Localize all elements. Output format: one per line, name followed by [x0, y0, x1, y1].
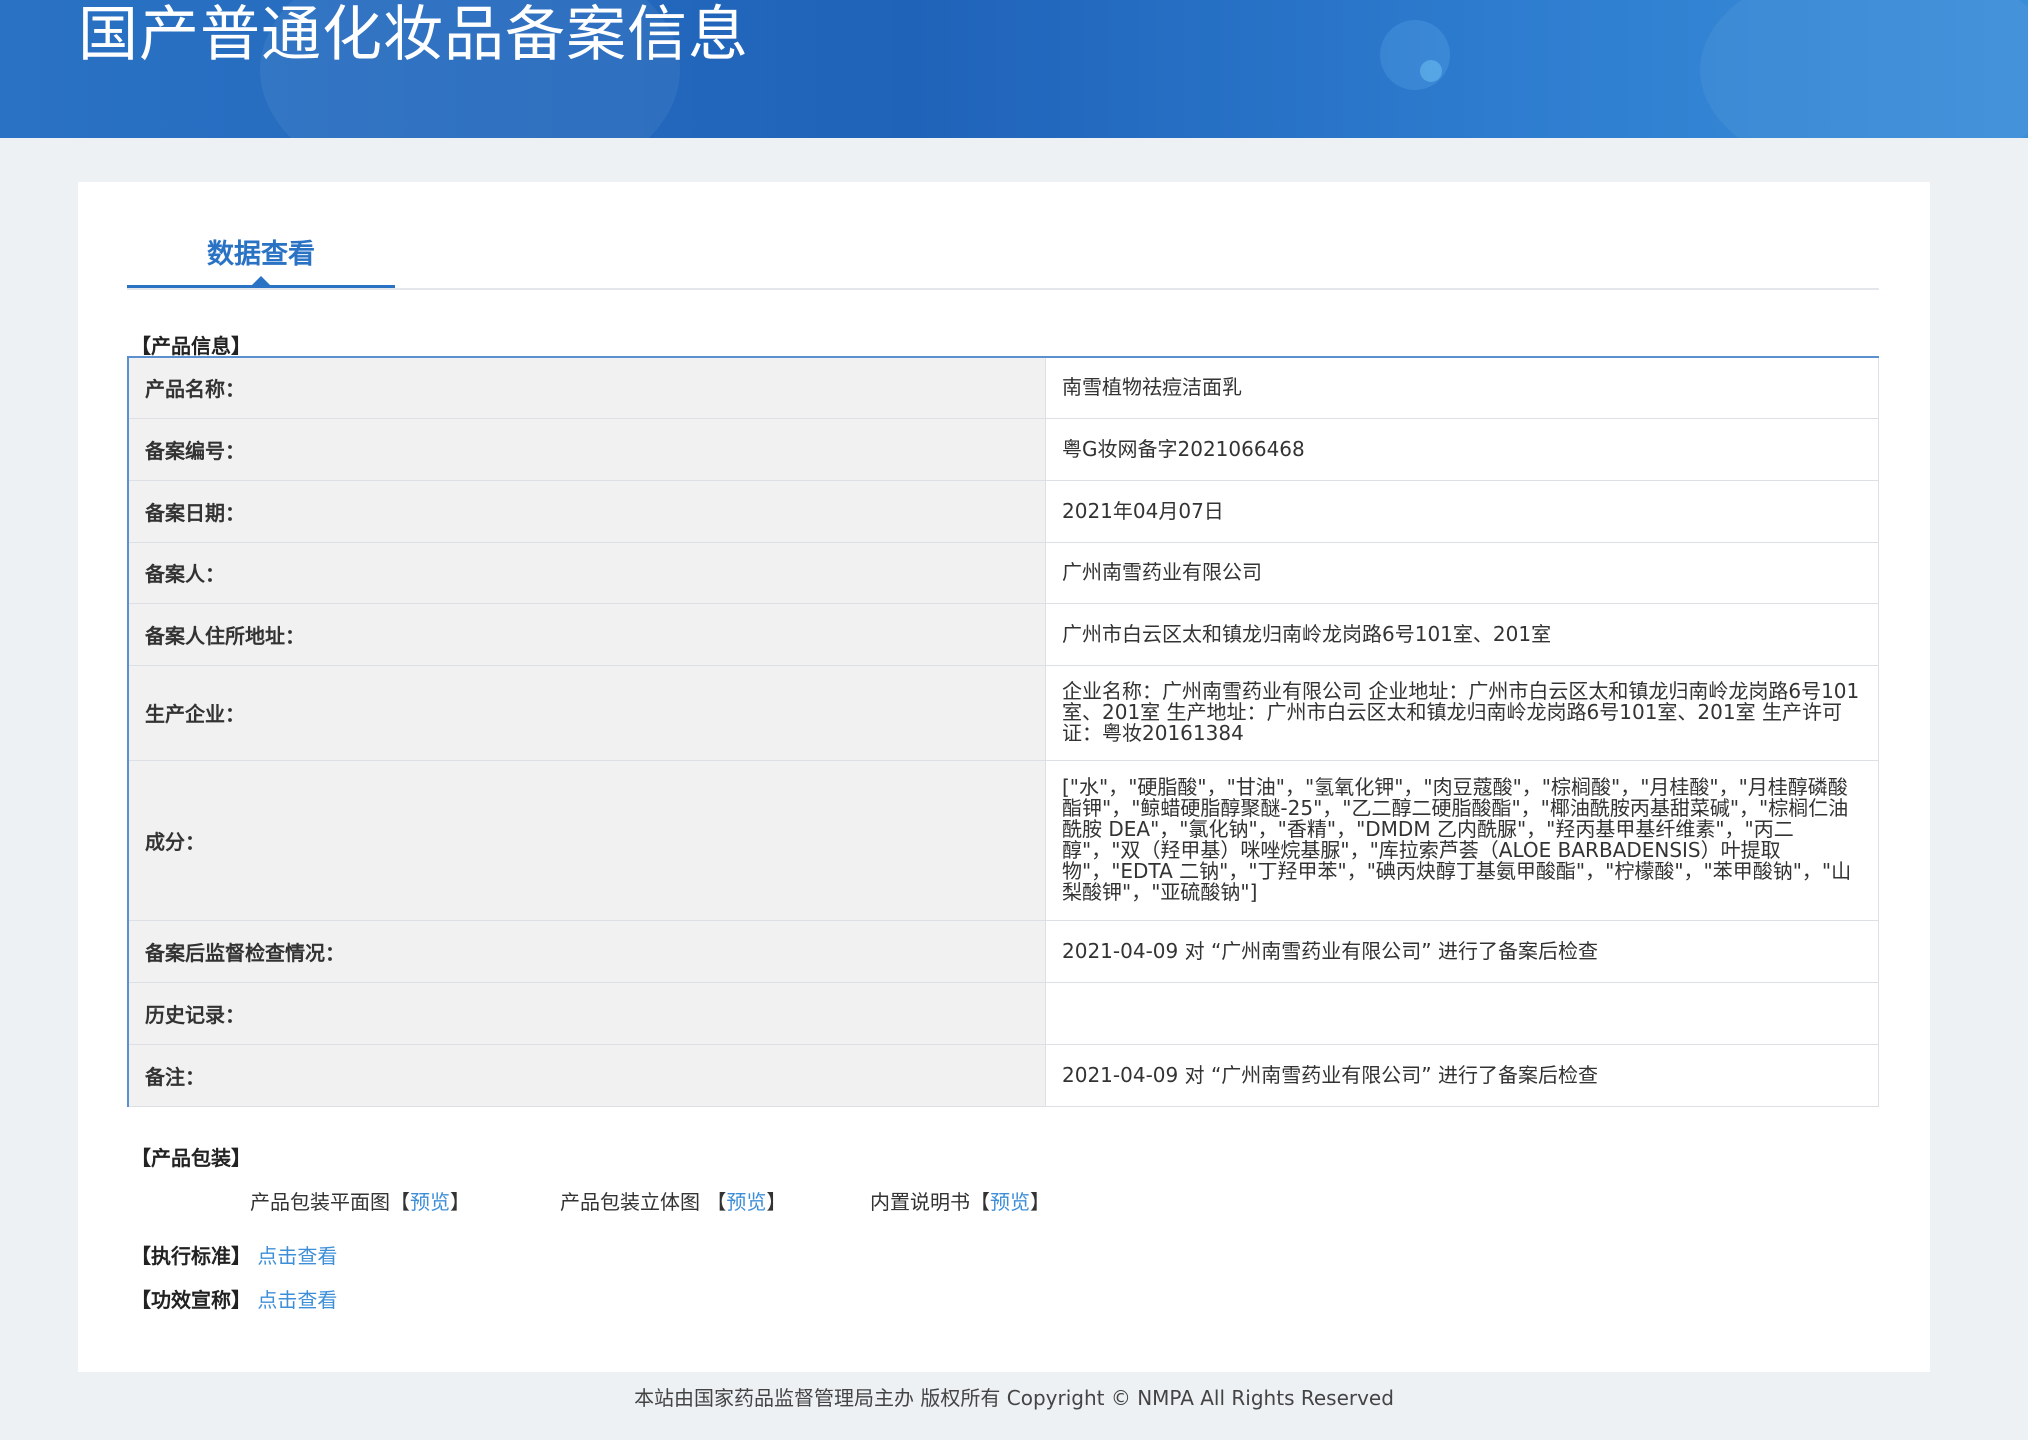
packaging-label: 产品包装平面图 — [250, 1190, 390, 1214]
row-value: 2021-04-09 对 “广州南雪药业有限公司” 进行了备案后检查 — [1045, 919, 1879, 983]
header-banner: 国产普通化妆品备案信息 — [0, 0, 2028, 138]
packaging-label: 内置说明书 — [870, 1190, 970, 1214]
row-value: 2021年04月07日 — [1045, 479, 1879, 543]
section-title-packaging: 【产品包装】 — [131, 1146, 251, 1170]
table-row: 成分： ["水"，"硬脂酸"，"甘油"，"氢氧化钾"，"肉豆蔻酸"，"棕榈酸"，… — [127, 759, 1879, 921]
product-info-table: 产品名称： 南雪植物祛痘洁面乳 备案编号： 粤G妆网备字2021066468 备… — [127, 356, 1879, 1107]
efficacy-label: 【功效宣称】 — [131, 1288, 251, 1312]
row-value: 企业名称：广州南雪药业有限公司 企业地址：广州市白云区太和镇龙归南岭龙岗路6号1… — [1045, 664, 1879, 761]
packaging-item: 内置说明书【预览】 — [870, 1190, 1050, 1214]
row-value: 广州南雪药业有限公司 — [1045, 541, 1879, 604]
efficacy-row: 【功效宣称】 点击查看 — [131, 1284, 337, 1313]
row-value: ["水"，"硬脂酸"，"甘油"，"氢氧化钾"，"肉豆蔻酸"，"棕榈酸"，"月桂酸… — [1045, 759, 1879, 921]
row-label: 备案编号： — [127, 417, 1046, 481]
preview-link[interactable]: 预览 — [990, 1190, 1030, 1214]
row-value: 2021-04-09 对 “广州南雪药业有限公司” 进行了备案后检查 — [1045, 1043, 1879, 1107]
table-row: 备案编号： 粤G妆网备字2021066468 — [127, 417, 1879, 481]
standard-label: 【执行标准】 — [131, 1244, 251, 1268]
row-label: 备注： — [127, 1043, 1046, 1107]
page-title: 国产普通化妆品备案信息 — [78, 0, 749, 70]
row-label: 成分： — [127, 759, 1046, 921]
row-label: 历史记录： — [127, 981, 1046, 1045]
row-value: 广州市白云区太和镇龙归南岭龙岗路6号101室、201室 — [1045, 602, 1879, 666]
packaging-item: 产品包装立体图 【预览】 — [560, 1190, 787, 1214]
banner-decoration — [1700, 0, 2028, 138]
row-label: 备案后监督检查情况： — [127, 919, 1046, 983]
standard-row: 【执行标准】 点击查看 — [131, 1240, 337, 1269]
row-label: 备案人： — [127, 541, 1046, 604]
table-row: 备案人： 广州南雪药业有限公司 — [127, 541, 1879, 604]
section-title-product-info: 【产品信息】 — [131, 334, 251, 358]
tab-label: 数据查看 — [207, 239, 315, 270]
row-value — [1045, 981, 1879, 1045]
table-row: 生产企业： 企业名称：广州南雪药业有限公司 企业地址：广州市白云区太和镇龙归南岭… — [127, 664, 1879, 761]
tab-data-view[interactable]: 数据查看 — [127, 224, 395, 288]
row-label: 备案日期： — [127, 479, 1046, 543]
row-label: 备案人住所地址： — [127, 602, 1046, 666]
banner-decoration — [1420, 60, 1442, 82]
preview-link[interactable]: 预览 — [410, 1190, 450, 1214]
table-row: 备案后监督检查情况： 2021-04-09 对 “广州南雪药业有限公司” 进行了… — [127, 919, 1879, 983]
efficacy-view-link[interactable]: 点击查看 — [257, 1288, 337, 1312]
table-row: 备案人住所地址： 广州市白云区太和镇龙归南岭龙岗路6号101室、201室 — [127, 602, 1879, 666]
preview-link[interactable]: 预览 — [726, 1190, 766, 1214]
row-value: 南雪植物祛痘洁面乳 — [1045, 356, 1879, 419]
row-value: 粤G妆网备字2021066468 — [1045, 417, 1879, 481]
row-label: 生产企业： — [127, 664, 1046, 761]
table-row: 历史记录： — [127, 981, 1879, 1045]
footer-copyright: 本站由国家药品监督管理局主办 版权所有 Copyright © NMPA All… — [634, 1386, 1394, 1410]
row-label: 产品名称： — [127, 356, 1046, 419]
table-row: 产品名称： 南雪植物祛痘洁面乳 — [127, 356, 1879, 419]
content-card: 数据查看 【产品信息】 产品名称： 南雪植物祛痘洁面乳 备案编号： 粤G妆网备字… — [78, 182, 1930, 1372]
packaging-item: 产品包装平面图【预览】 — [250, 1190, 470, 1214]
tab-bar: 数据查看 — [127, 182, 1879, 290]
packaging-label: 产品包装立体图 — [560, 1190, 700, 1214]
banner-decoration — [1380, 20, 1450, 90]
table-row: 备案日期： 2021年04月07日 — [127, 479, 1879, 543]
standard-view-link[interactable]: 点击查看 — [257, 1244, 337, 1268]
table-row: 备注： 2021-04-09 对 “广州南雪药业有限公司” 进行了备案后检查 — [127, 1043, 1879, 1107]
